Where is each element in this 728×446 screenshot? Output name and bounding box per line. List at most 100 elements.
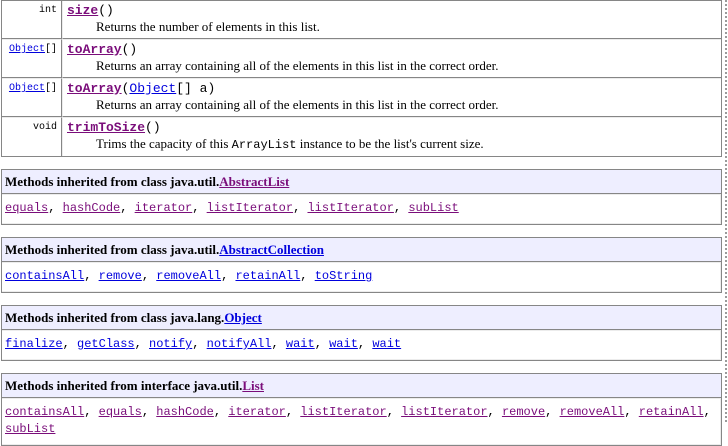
inherited-method-link[interactable]: subList bbox=[5, 422, 55, 436]
javadoc-method-summary-page: intsize()Returns the number of elements … bbox=[0, 0, 728, 446]
inherited-method-link[interactable]: equals bbox=[99, 405, 142, 419]
inherited-method-link[interactable]: retainAll bbox=[235, 269, 300, 283]
class-link[interactable]: Object bbox=[9, 44, 45, 55]
separator: , bbox=[120, 201, 134, 215]
signature-text: () bbox=[98, 3, 114, 18]
return-type-cell: Object[] bbox=[2, 78, 62, 117]
separator: , bbox=[300, 269, 314, 283]
inherited-class-link[interactable]: AbstractList bbox=[219, 174, 289, 189]
method-row: Object[]toArray()Returns an array contai… bbox=[2, 39, 721, 78]
method-link[interactable]: toArray bbox=[67, 42, 122, 57]
separator: , bbox=[394, 201, 408, 215]
inherited-method-link[interactable]: getClass bbox=[77, 337, 135, 351]
inherited-header: Methods inherited from class java.util.A… bbox=[2, 238, 721, 262]
method-link[interactable]: size bbox=[67, 3, 98, 18]
inherited-method-link[interactable]: finalize bbox=[5, 337, 63, 351]
separator: , bbox=[293, 201, 307, 215]
inherited-header: Methods inherited from interface java.ut… bbox=[2, 374, 721, 398]
inherited-class-link[interactable]: AbstractCollection bbox=[219, 242, 324, 257]
return-type-cell: Object[] bbox=[2, 39, 62, 78]
method-summary-rows: intsize()Returns the number of elements … bbox=[2, 1, 721, 156]
separator: , bbox=[488, 405, 502, 419]
inherited-methods-table: Methods inherited from interface java.ut… bbox=[1, 373, 722, 446]
inherited-methods-row: containsAll, remove, removeAll, retainAl… bbox=[2, 262, 721, 292]
inherited-method-link[interactable]: notify bbox=[149, 337, 192, 351]
inherited-method-link[interactable]: iterator bbox=[135, 201, 193, 215]
class-link[interactable]: Object bbox=[129, 81, 176, 96]
inherited-method-link[interactable]: listIterator bbox=[401, 405, 487, 419]
inherited-methods-table: Methods inherited from class java.util.A… bbox=[1, 169, 722, 225]
method-description: Returns the number of elements in this l… bbox=[67, 19, 717, 35]
method-signature: toArray() bbox=[67, 42, 717, 58]
inherited-method-link[interactable]: containsAll bbox=[5, 269, 84, 283]
inherited-class-link[interactable]: Object bbox=[224, 310, 262, 325]
inherited-method-link[interactable]: removeAll bbox=[560, 405, 625, 419]
separator: , bbox=[48, 201, 62, 215]
method-signature-cell: toArray()Returns an array containing all… bbox=[62, 39, 721, 78]
separator: , bbox=[135, 337, 149, 351]
method-row: voidtrimToSize()Trims the capacity of th… bbox=[2, 117, 721, 156]
inherited-header: Methods inherited from class java.util.A… bbox=[2, 170, 721, 194]
method-link[interactable]: toArray bbox=[67, 81, 122, 96]
method-signature: toArray(Object[] a) bbox=[67, 81, 717, 97]
inherited-method-link[interactable]: retainAll bbox=[639, 405, 704, 419]
separator: , bbox=[358, 337, 372, 351]
method-signature-cell: trimToSize()Trims the capacity of this A… bbox=[62, 117, 721, 156]
inherited-method-link[interactable]: subList bbox=[408, 201, 458, 215]
description-text: Returns an array containing all of the e… bbox=[96, 97, 499, 112]
signature-text: [] a) bbox=[176, 81, 215, 96]
separator: , bbox=[142, 269, 156, 283]
method-summary-table: intsize()Returns the number of elements … bbox=[1, 0, 722, 157]
inherited-method-link[interactable]: remove bbox=[502, 405, 545, 419]
separator: , bbox=[704, 405, 711, 419]
inherited-header-text: Methods inherited from class java.util. bbox=[5, 174, 219, 189]
description-text: Trims the capacity of this bbox=[96, 136, 232, 151]
inherited-methods-row: containsAll, equals, hashCode, iterator,… bbox=[2, 398, 721, 445]
inherited-methods-table: Methods inherited from class java.lang.O… bbox=[1, 305, 722, 361]
separator: , bbox=[63, 337, 77, 351]
method-link[interactable]: trimToSize bbox=[67, 120, 145, 135]
inherited-method-link[interactable]: wait bbox=[329, 337, 358, 351]
inherited-class-link[interactable]: List bbox=[242, 378, 264, 393]
separator: , bbox=[214, 405, 228, 419]
inherited-method-link[interactable]: wait bbox=[286, 337, 315, 351]
method-signature-cell: size()Returns the number of elements in … bbox=[62, 1, 721, 39]
return-type-cell: int bbox=[2, 1, 62, 39]
inherited-method-link[interactable]: listIterator bbox=[307, 201, 393, 215]
inherited-method-link[interactable]: containsAll bbox=[5, 405, 84, 419]
inherited-method-link[interactable]: notifyAll bbox=[207, 337, 272, 351]
separator: , bbox=[286, 405, 300, 419]
inherited-methods-row: finalize, getClass, notify, notifyAll, w… bbox=[2, 330, 721, 360]
inline-code: ArrayList bbox=[232, 138, 297, 152]
description-text: Returns the number of elements in this l… bbox=[96, 19, 320, 34]
signature-text: () bbox=[122, 42, 138, 57]
inherited-method-link[interactable]: listIterator bbox=[207, 201, 293, 215]
inherited-method-link[interactable]: remove bbox=[99, 269, 142, 283]
inherited-method-link[interactable]: iterator bbox=[228, 405, 286, 419]
return-type-cell: void bbox=[2, 117, 62, 156]
separator: , bbox=[624, 405, 638, 419]
inherited-header-text: Methods inherited from interface java.ut… bbox=[5, 378, 242, 393]
inherited-method-link[interactable]: removeAll bbox=[156, 269, 221, 283]
separator: , bbox=[271, 337, 285, 351]
method-row: intsize()Returns the number of elements … bbox=[2, 1, 721, 39]
separator: , bbox=[545, 405, 559, 419]
method-description: Trims the capacity of this ArrayList ins… bbox=[67, 136, 717, 153]
class-link[interactable]: Object bbox=[9, 83, 45, 94]
method-description: Returns an array containing all of the e… bbox=[67, 97, 717, 113]
inherited-method-link[interactable]: listIterator bbox=[300, 405, 386, 419]
method-description: Returns an array containing all of the e… bbox=[67, 58, 717, 74]
inherited-method-link[interactable]: wait bbox=[372, 337, 401, 351]
separator: , bbox=[387, 405, 401, 419]
inherited-method-link[interactable]: equals bbox=[5, 201, 48, 215]
description-text: Returns an array containing all of the e… bbox=[96, 58, 499, 73]
description-text: instance to be the list's current size. bbox=[296, 136, 483, 151]
separator: , bbox=[221, 269, 235, 283]
inherited-header-text: Methods inherited from class java.lang. bbox=[5, 310, 224, 325]
inherited-method-link[interactable]: toString bbox=[315, 269, 373, 283]
return-type: [] bbox=[45, 44, 57, 55]
inherited-methods-row: equals, hashCode, iterator, listIterator… bbox=[2, 194, 721, 224]
inherited-method-link[interactable]: hashCode bbox=[156, 405, 214, 419]
inherited-method-sections: Methods inherited from class java.util.A… bbox=[1, 169, 722, 446]
inherited-method-link[interactable]: hashCode bbox=[63, 201, 121, 215]
